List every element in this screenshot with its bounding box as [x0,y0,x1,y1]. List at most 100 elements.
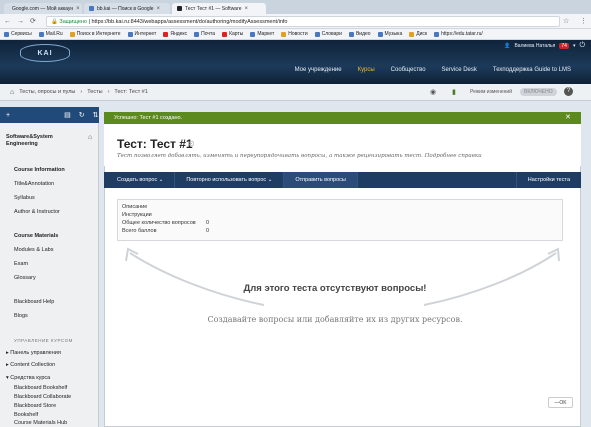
bookmark-item[interactable]: Диск [409,31,427,37]
back-icon[interactable]: ← [4,18,11,25]
menu-icon[interactable]: ⋮ [580,17,587,25]
chevron-down-icon: ⌄ [158,177,164,183]
home-icon[interactable]: ⌂ [10,89,14,96]
preview-icon[interactable]: ◉ [430,88,436,96]
sort-icon[interactable]: ⇅ [93,111,99,119]
page-title: Тест: Тест #1 [117,137,193,151]
nav-service-desk[interactable]: Service Desk [442,67,477,73]
breadcrumb-item[interactable]: Тесты [87,89,102,95]
bookmark-item[interactable]: Новости [281,31,308,37]
add-icon[interactable]: + [6,112,10,119]
info-row: Инструкции [122,212,152,218]
menu-item[interactable]: Modules & Labs [14,247,53,253]
reload-icon[interactable]: ⟳ [30,17,36,25]
menu-item[interactable]: Blogs [14,313,28,319]
refresh-icon[interactable]: ↻ [79,111,85,119]
tools-heading[interactable]: ▾ Средства курса [6,375,50,381]
help-icon[interactable]: ? [564,87,573,96]
folder-icon[interactable]: ▤ [64,111,71,119]
close-icon[interactable]: ✕ [565,113,571,121]
site-header [0,40,591,84]
browser-tab[interactable]: Google.com — Мой аккаун × [4,3,82,14]
nav-my-institution[interactable]: Мое учреждение [295,67,342,73]
course-title[interactable]: Software&System Engineering [6,134,84,148]
create-question-button[interactable]: Создать вопрос ⌄ [104,172,176,188]
info-row: Общее количество вопросов 0 [122,220,210,226]
bookmark-item[interactable]: Mail.Ru [38,31,63,37]
reuse-question-button[interactable]: Повторно использовать вопрос ⌄ [175,172,285,188]
bookmark-icon [127,31,133,37]
power-icon[interactable]: ⏻ [579,42,585,50]
test-settings-button[interactable]: Настройки теста [515,172,581,188]
url-input[interactable]: 🔒 Защищено | https://bb.kai.ru:8443/weba… [46,16,560,27]
nav-courses[interactable]: Курсы [358,67,375,73]
bookmark-icon [348,31,354,37]
bookmark-item[interactable]: Почта [194,31,215,37]
user-menu[interactable]: 👤 Валиева Наталья 74 ▾ ⏻ [504,42,585,50]
menu-item[interactable]: Blackboard Help [14,299,54,305]
bookmark-item[interactable]: Маркет [250,31,274,37]
chevron-down-icon: ▾ [572,43,576,49]
user-icon: 👤 [504,43,511,49]
main-navigation: Мое учреждение Курсы Сообщество Service … [295,67,571,73]
site-logo[interactable]: KAI [20,44,70,62]
tool-item[interactable]: Course Materials Hub [14,420,67,426]
nav-community[interactable]: Сообщество [391,67,426,73]
tool-item[interactable]: Blackboard Collaborate [14,394,71,400]
tool-item[interactable]: Bookshelf [14,412,38,418]
bookmark-item[interactable]: Поиск в Интернете [69,31,121,37]
bookmark-icon [163,31,169,37]
bookmark-item[interactable]: Словари [314,31,342,37]
course-menu-toolbar: + ▤ ↻ ⇅ [0,107,99,123]
chart-icon[interactable]: ▮ [452,88,456,96]
page-description: Тест позволяет добавлять, изменять и пер… [117,153,482,159]
star-icon[interactable]: ☆ [563,17,569,25]
close-icon[interactable]: × [157,6,161,12]
browser-tab-active[interactable]: Тест Тест #1 — Software × [172,3,266,14]
edit-mode-toggle[interactable]: ВКЛЮЧЕНО [520,88,557,96]
breadcrumb-item[interactable]: Тесты, опросы и пулы [19,89,75,95]
test-info-box: Описание Инструкции Общее количество воп… [117,199,563,241]
home-icon[interactable]: ⌂ [88,134,92,141]
bookmark-item[interactable]: Музыка [377,31,402,37]
tool-item[interactable]: Blackboard Store [14,403,56,409]
browser-tab-strip: Google.com — Мой аккаун × bb.kai — Поиск … [0,0,591,14]
bookmark-icon [409,31,415,37]
close-icon[interactable]: × [76,6,80,12]
bookmark-icon [314,31,320,37]
bookmark-icon [250,31,256,37]
bookmark-item[interactable]: https://edu.tatar.ru/ [434,31,483,37]
forward-icon[interactable]: → [17,18,24,25]
bookmarks-bar: Сервисы Mail.Ru Поиск в Интернете Интерн… [0,29,591,40]
menu-heading[interactable]: Course Materials [14,233,58,239]
info-icon[interactable]: ⊙ [188,139,195,148]
ok-button[interactable]: — OK [548,397,573,408]
menu-item[interactable]: Glossary [14,275,36,281]
tool-item[interactable]: Blackboard Bookshelf [14,385,67,391]
mgmt-content-collection[interactable]: ▸ Content Collection [6,362,55,368]
bookmark-item[interactable]: Интернет [127,31,156,37]
breadcrumb-current: Тест: Тест #1 [114,89,148,95]
nav-support[interactable]: Техподдержка Guide to LMS [493,67,571,73]
bookmark-item[interactable]: Видео [348,31,371,37]
menu-item[interactable]: Author & Instructor [14,209,60,215]
menu-item[interactable]: Syllabus [14,195,35,201]
close-icon[interactable]: × [245,6,249,12]
bookmark-item[interactable]: Яндекс [163,31,187,37]
info-row: Всего баллов 0 [122,228,210,234]
submit-questions-button[interactable]: Отправить вопросы [284,172,358,188]
empty-state-subtitle: Создавайте вопросы или добавляйте их из … [207,315,463,324]
mgmt-control-panel[interactable]: ▸ Панель управления [6,350,61,356]
tab-favicon-icon [89,6,94,11]
menu-item[interactable]: Title&Annotation [14,181,54,187]
bookmark-item[interactable]: Сервисы [4,31,32,37]
menu-heading[interactable]: Course Information [14,167,65,173]
bookmark-icon [38,31,44,37]
info-row: Описание [122,204,148,210]
apps-icon [4,31,9,37]
menu-item[interactable]: Exam [14,261,28,267]
bookmark-item[interactable]: Карты [222,31,243,37]
lock-icon: 🔒 [51,18,60,25]
browser-tab[interactable]: bb.kai — Поиск в Google × [84,3,170,14]
action-bar: Создать вопрос ⌄ Повторно использовать в… [104,172,581,188]
